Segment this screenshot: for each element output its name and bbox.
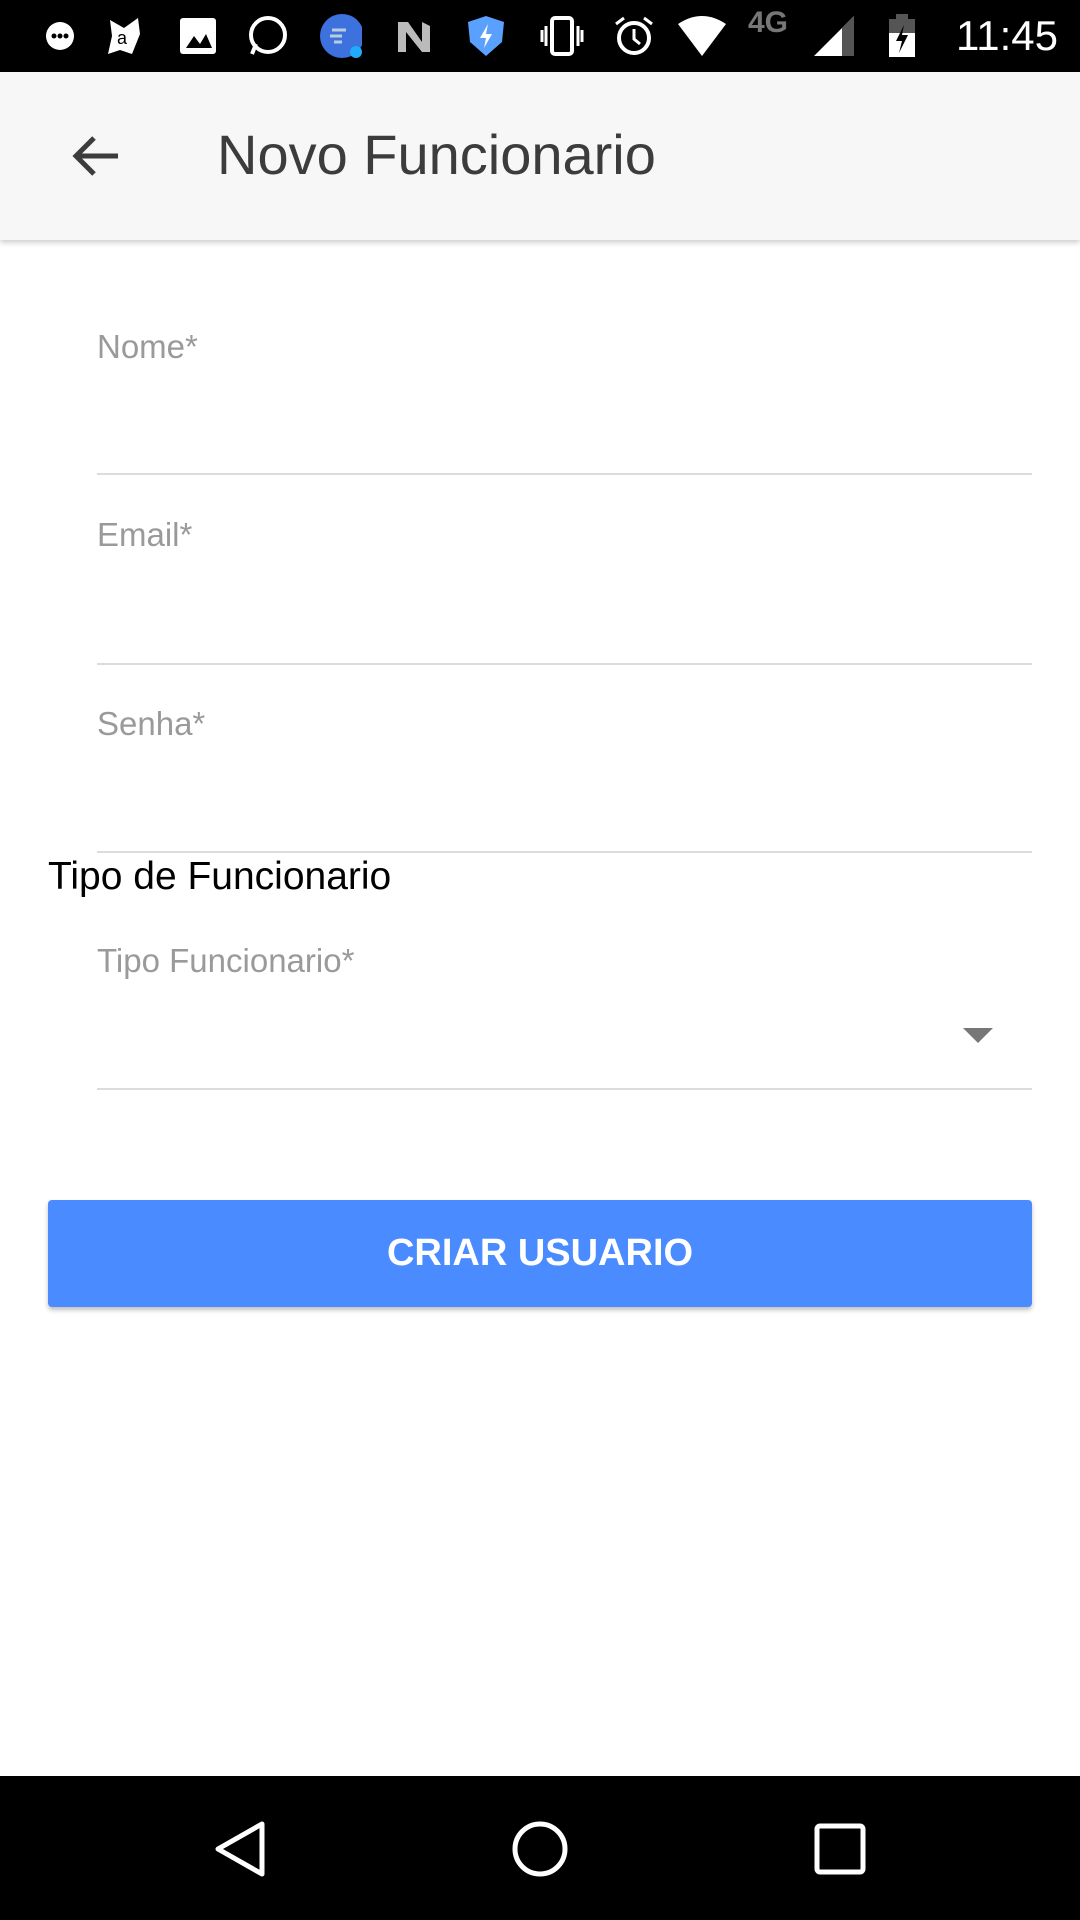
image-icon [176, 14, 220, 58]
status-time: 11:45 [956, 12, 1058, 59]
cleaner-icon [318, 14, 362, 58]
network-type: 4G [748, 6, 789, 39]
svg-text:a: a [117, 28, 128, 48]
nav-recents-button[interactable] [805, 1814, 875, 1884]
dropdown-arrow-icon [963, 1028, 993, 1043]
n-icon [392, 14, 436, 58]
back-triangle-icon [215, 1821, 265, 1877]
nav-back-button[interactable] [206, 1814, 276, 1884]
employee-type-label: Tipo Funcionario* [97, 942, 355, 979]
vibrate-icon [540, 14, 584, 58]
nav-bar [0, 1776, 1080, 1920]
home-circle-icon [512, 1821, 568, 1877]
battery-charging-icon [880, 14, 924, 58]
arrow-left-icon [72, 136, 118, 176]
employee-type-underline [97, 1088, 1032, 1090]
name-underline [97, 473, 1032, 475]
recents-square-icon [814, 1823, 866, 1875]
wifi-icon [676, 14, 728, 58]
section-title: Tipo de Funcionario [48, 855, 392, 898]
password-label: Senha* [97, 705, 206, 742]
name-label: Nome* [97, 328, 198, 365]
create-user-button[interactable]: CRIAR USUARIO [48, 1200, 1032, 1307]
status-bar: a 4G 11:45 [0, 0, 1080, 72]
signal-icon [812, 14, 856, 58]
email-underline [97, 663, 1032, 665]
email-label: Email* [97, 516, 193, 553]
password-underline [97, 851, 1032, 853]
chat-icon [38, 14, 82, 58]
avast-icon: a [102, 14, 146, 58]
alarm-icon [612, 14, 656, 58]
app-bar: Novo Funcionario [0, 72, 1080, 240]
back-button[interactable] [64, 124, 128, 188]
page-title: Novo Funcionario [217, 123, 656, 186]
shield-bolt-icon [464, 14, 508, 58]
nav-home-button[interactable] [505, 1814, 575, 1884]
whatsapp-icon [246, 14, 290, 58]
